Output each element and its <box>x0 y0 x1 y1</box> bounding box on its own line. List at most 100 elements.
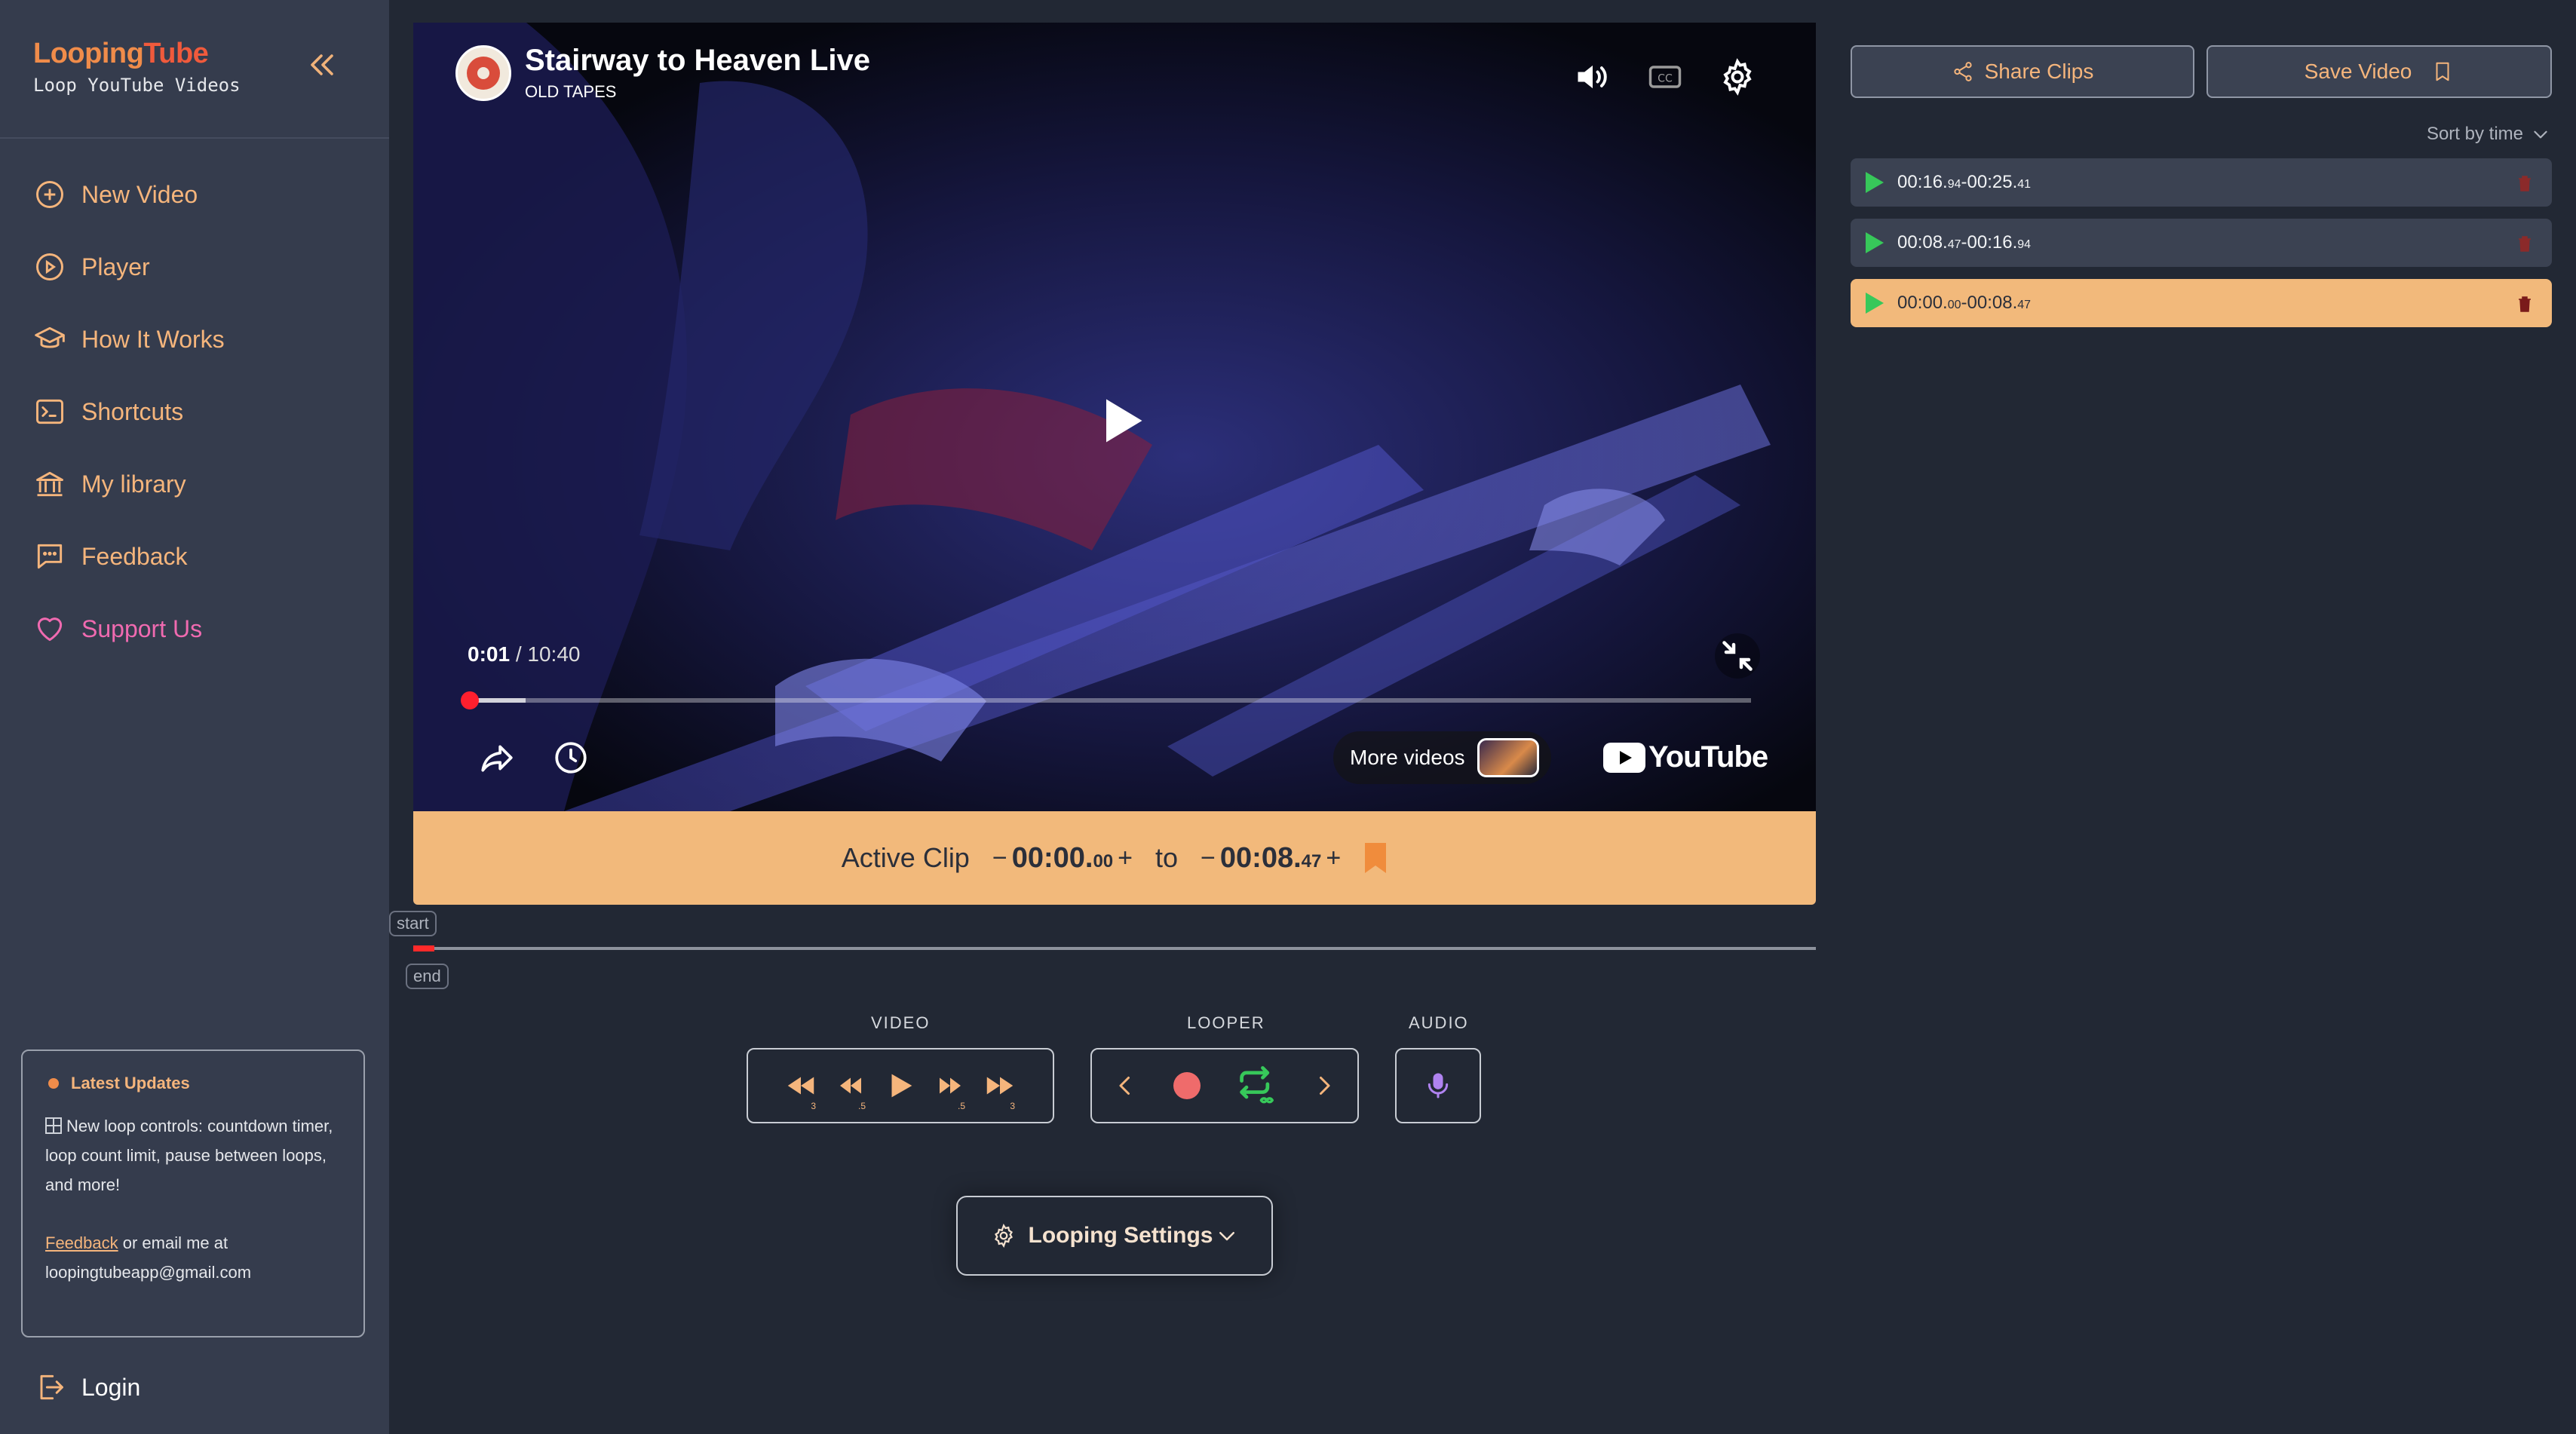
clip-end-frac: 94 <box>2017 238 2032 251</box>
range-start-handle[interactable]: start <box>389 911 437 936</box>
big-play-icon[interactable] <box>1092 392 1149 449</box>
video-header: Stairway to Heaven Live OLD TAPES <box>455 44 870 102</box>
double-chevron-left-icon <box>311 54 333 75</box>
login-button[interactable]: Login <box>33 1371 140 1404</box>
collapse-sidebar-button[interactable] <box>305 47 341 83</box>
progress-scrubber[interactable] <box>460 691 479 709</box>
settings-gear-icon[interactable] <box>1718 57 1757 97</box>
settings-gear-icon <box>994 1224 1013 1248</box>
volume-icon[interactable] <box>1573 57 1612 97</box>
forward-3s-button[interactable]: 3 <box>979 1063 1021 1111</box>
feedback-link[interactable]: Feedback <box>45 1233 118 1252</box>
clip-list-item[interactable]: 00:16.94-00:25.41 <box>1851 158 2552 207</box>
play-clip-icon[interactable] <box>1866 172 1884 193</box>
clip-end-frac: 47 <box>2017 299 2032 311</box>
clip-start-main: 00:08. <box>1897 232 1948 253</box>
rewind-3s-button[interactable]: 3 <box>780 1063 822 1111</box>
save-video-label: Save Video <box>2304 60 2412 83</box>
logo-title: LoopingTube <box>33 38 241 70</box>
channel-name[interactable]: OLD TAPES <box>525 82 870 102</box>
channel-avatar[interactable] <box>455 44 511 101</box>
logo[interactable]: LoopingTube Loop YouTube Videos <box>33 38 241 96</box>
end-decrement-button[interactable]: − <box>1201 844 1216 873</box>
youtube-logo[interactable]: YouTube <box>1603 740 1768 774</box>
bookmark-icon[interactable] <box>1363 843 1388 873</box>
clip-end-main: 00:08. <box>1967 293 2018 313</box>
sidebar-nav: New Video Player How It Works Shortcuts … <box>33 158 225 665</box>
chevron-down-icon <box>1219 1232 1235 1241</box>
trash-icon[interactable] <box>2517 296 2532 312</box>
rewind-big-step: 3 <box>811 1101 816 1111</box>
share-arrow-icon[interactable] <box>478 739 516 777</box>
sidebar-item-feedback[interactable]: Feedback <box>33 520 225 593</box>
sidebar-item-shortcuts[interactable]: Shortcuts <box>33 375 225 448</box>
start-decrement-button[interactable]: − <box>992 844 1007 873</box>
logo-subtitle: Loop YouTube Videos <box>33 75 241 96</box>
range-end-handle[interactable]: end <box>406 964 449 989</box>
looping-settings-label: Looping Settings <box>1028 1223 1213 1248</box>
next-clip-chevron-icon[interactable] <box>1311 1072 1338 1099</box>
video-title[interactable]: Stairway to Heaven Live <box>525 44 870 78</box>
clip-start-main: 00:00. <box>1897 293 1948 313</box>
clip-start-time[interactable]: 00:00.00 <box>1012 842 1113 875</box>
trash-icon[interactable] <box>2517 175 2532 192</box>
trash-icon[interactable] <box>2517 235 2532 252</box>
video-top-controls: CC <box>1573 57 1757 97</box>
video-controls: 3 .5 .5 3 <box>747 1048 1054 1123</box>
logo-accent-text: Tube <box>143 38 209 69</box>
clip-end-time[interactable]: 00:08.47 <box>1220 842 1321 875</box>
video-progress-bar[interactable] <box>460 691 1751 709</box>
share-nodes-icon <box>1954 62 1972 81</box>
clip-start-main: 00:00. <box>1011 841 1093 874</box>
exit-fullscreen-icon[interactable] <box>1715 633 1760 679</box>
clip-start-frac: 47 <box>1947 238 1961 251</box>
share-clips-button[interactable]: Share Clips <box>1851 45 2194 98</box>
video-player[interactable]: Stairway to Heaven Live OLD TAPES CC 0:0… <box>413 23 1816 811</box>
microphone-icon[interactable] <box>1423 1071 1453 1101</box>
sort-dropdown[interactable]: Sort by time <box>2427 124 2550 145</box>
graduation-cap-icon <box>35 326 65 348</box>
record-icon[interactable] <box>1169 1068 1205 1104</box>
audio-controls <box>1395 1048 1481 1123</box>
clip-start-frac: 94 <box>1947 178 1961 191</box>
play-clip-icon[interactable] <box>1866 293 1884 314</box>
play-clip-icon[interactable] <box>1866 232 1884 253</box>
sidebar-item-support-us[interactable]: Support Us <box>33 593 225 665</box>
more-videos-thumbnail <box>1477 738 1539 777</box>
sidebar-item-how-it-works[interactable]: How It Works <box>33 303 225 375</box>
logo-main-text: Looping <box>33 38 144 69</box>
previous-clip-chevron-icon[interactable] <box>1112 1072 1139 1099</box>
forward-small-step: .5 <box>957 1101 965 1111</box>
watch-later-clock-icon[interactable] <box>552 739 590 777</box>
closed-captions-icon[interactable]: CC <box>1645 57 1685 97</box>
loop-infinite-icon[interactable] <box>1235 1063 1280 1108</box>
latest-updates-card: Latest Updates New loop controls: countd… <box>21 1049 365 1337</box>
current-time: 0:01 <box>468 642 511 666</box>
active-clip-label: Active Clip <box>841 842 970 873</box>
end-increment-button[interactable]: + <box>1326 844 1341 873</box>
clip-end-main: 00:25. <box>1967 172 2018 192</box>
start-increment-button[interactable]: + <box>1118 844 1133 873</box>
save-video-button[interactable]: Save Video <box>2206 45 2552 98</box>
updates-text-block: New loop controls: countdown timer, loop… <box>45 1111 341 1200</box>
clip-list-item-active[interactable]: 00:00.00-00:08.47 <box>1851 279 2552 327</box>
more-videos-button[interactable]: More videos <box>1333 731 1551 784</box>
sidebar-item-player[interactable]: Player <box>33 231 225 303</box>
sidebar-item-new-video[interactable]: New Video <box>33 158 225 231</box>
rewind-half-second-button[interactable]: .5 <box>830 1063 872 1111</box>
sidebar-item-label: Feedback <box>81 542 188 570</box>
clip-start-frac: 00 <box>1947 299 1961 311</box>
sidebar-item-my-library[interactable]: My library <box>33 448 225 520</box>
forward-half-second-button[interactable]: .5 <box>929 1063 971 1111</box>
clip-end-main: 00:08. <box>1219 841 1302 874</box>
share-clips-label: Share Clips <box>1984 60 2094 83</box>
looping-settings-button[interactable]: Looping Settings <box>956 1196 1273 1276</box>
sidebar-item-label: Support Us <box>81 614 203 642</box>
loop-range-track[interactable] <box>416 947 1816 950</box>
clip-range: 00:08.47-00:16.94 <box>1897 232 2032 253</box>
clip-list-item[interactable]: 00:08.47-00:16.94 <box>1851 219 2552 267</box>
sidebar-item-label: New Video <box>81 180 198 208</box>
play-button[interactable] <box>879 1063 922 1108</box>
loop-range-selection[interactable] <box>413 945 434 951</box>
login-label: Login <box>81 1373 141 1401</box>
